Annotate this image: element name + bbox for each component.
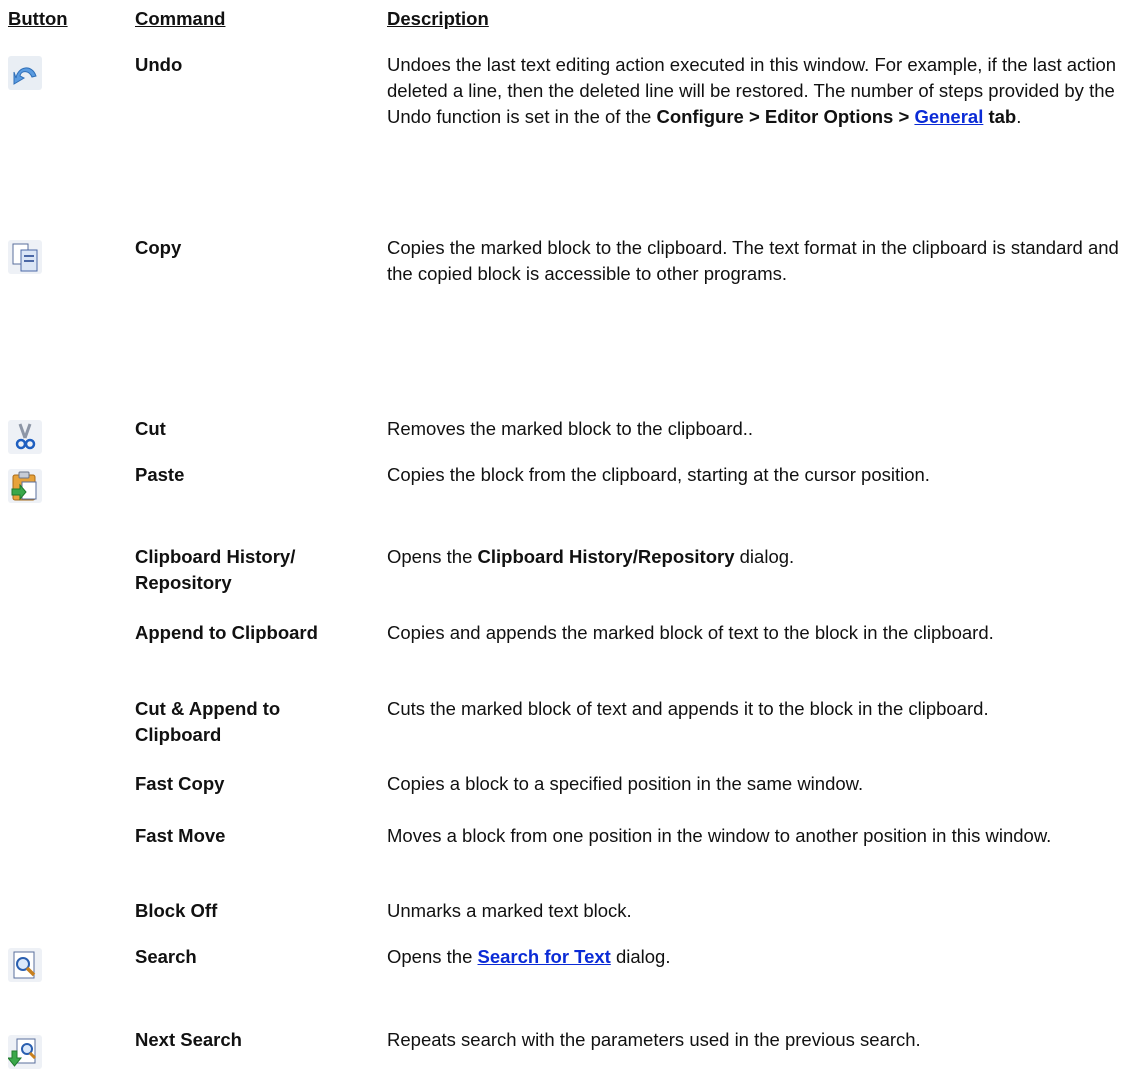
search-for-text-link[interactable]: Search for Text [478,946,611,967]
command-label: Cut & Append to Clipboard [135,698,281,745]
row-description: Copies the marked block to the clipboard… [387,237,1119,284]
row-description: Unmarks a marked text block. [387,900,632,921]
command-label: Fast Move [135,825,226,846]
general-tab-link[interactable]: General [914,106,983,127]
header-command: Command [135,8,226,29]
command-label: Clipboard History/ Repository [135,546,296,593]
header-description: Description [387,8,489,29]
copy-icon[interactable] [8,240,42,274]
command-label: Search [135,946,197,967]
cut-icon[interactable] [8,420,42,454]
header-button: Button [8,8,68,29]
undo-icon[interactable] [8,56,42,90]
next-search-icon[interactable] [6,1035,42,1069]
row-description: Opens the Search for Text dialog. [387,946,671,967]
row-description: Moves a block from one position in the w… [387,825,1052,846]
row-description: Copies a block to a specified position i… [387,773,864,794]
row-description: Copies and appends the marked block of t… [387,622,994,643]
row-description: Cuts the marked block of text and append… [387,698,989,719]
command-label: Append to Clipboard [135,622,318,643]
row-description: Repeats search with the parameters used … [387,1029,921,1050]
command-label: Fast Copy [135,773,225,794]
search-icon[interactable] [8,948,42,982]
command-label: Copy [135,237,182,258]
command-label: Paste [135,464,185,485]
row-description: Undoes the last text editing action exec… [387,54,1117,127]
command-label: Undo [135,54,183,75]
row-description: Removes the marked block to the clipboar… [387,418,754,439]
row-description: Copies the block from the clipboard, sta… [387,464,930,485]
row-description: Opens the Clipboard History/Repository d… [387,546,795,567]
command-label: Cut [135,418,166,439]
paste-icon[interactable] [8,469,42,503]
command-label: Next Search [135,1029,242,1050]
command-label: Block Off [135,900,218,921]
